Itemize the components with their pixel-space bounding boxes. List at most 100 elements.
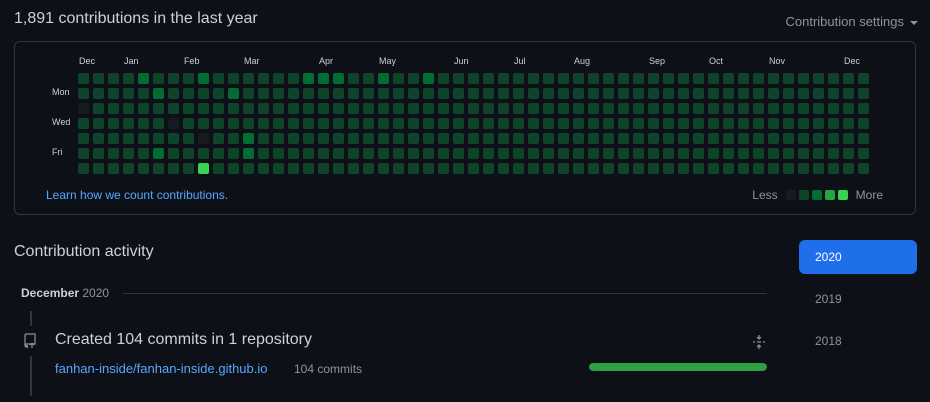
contribution-day[interactable] (288, 103, 299, 114)
contribution-day[interactable] (843, 133, 854, 144)
contribution-day[interactable] (108, 163, 119, 174)
contribution-day[interactable] (738, 148, 749, 159)
contribution-day[interactable] (543, 133, 554, 144)
contribution-day[interactable] (303, 118, 314, 129)
contribution-day[interactable] (78, 163, 89, 174)
contribution-day[interactable] (798, 148, 809, 159)
contribution-day[interactable] (108, 103, 119, 114)
contribution-day[interactable] (153, 163, 164, 174)
contribution-day[interactable] (738, 73, 749, 84)
contribution-day[interactable] (678, 148, 689, 159)
contribution-day[interactable] (603, 103, 614, 114)
contribution-day[interactable] (198, 148, 209, 159)
contribution-day[interactable] (618, 133, 629, 144)
contribution-day[interactable] (813, 133, 824, 144)
repository-link[interactable]: fanhan-inside/fanhan-inside.github.io (55, 361, 268, 376)
contribution-day[interactable] (468, 163, 479, 174)
contribution-day[interactable] (558, 133, 569, 144)
contribution-day[interactable] (483, 103, 494, 114)
contribution-day[interactable] (498, 163, 509, 174)
contribution-day[interactable] (828, 73, 839, 84)
contribution-day[interactable] (213, 73, 224, 84)
contribution-day[interactable] (588, 103, 599, 114)
contribution-day[interactable] (393, 118, 404, 129)
contribution-day[interactable] (108, 133, 119, 144)
contribution-day[interactable] (843, 103, 854, 114)
contribution-day[interactable] (183, 103, 194, 114)
contribution-day[interactable] (468, 103, 479, 114)
contribution-day[interactable] (438, 133, 449, 144)
contribution-day[interactable] (123, 88, 134, 99)
contribution-day[interactable] (138, 118, 149, 129)
contribution-day[interactable] (858, 133, 869, 144)
contribution-day[interactable] (618, 148, 629, 159)
contribution-day[interactable] (138, 133, 149, 144)
contribution-day[interactable] (243, 148, 254, 159)
contribution-day[interactable] (513, 163, 524, 174)
contribution-day[interactable] (633, 88, 644, 99)
contribution-day[interactable] (723, 73, 734, 84)
contribution-day[interactable] (573, 103, 584, 114)
contribution-day[interactable] (258, 133, 269, 144)
contribution-day[interactable] (558, 163, 569, 174)
contribution-day[interactable] (483, 73, 494, 84)
contribution-day[interactable] (273, 148, 284, 159)
contribution-day[interactable] (783, 73, 794, 84)
contribution-day[interactable] (798, 88, 809, 99)
contribution-day[interactable] (393, 133, 404, 144)
contribution-day[interactable] (288, 73, 299, 84)
contribution-day[interactable] (738, 163, 749, 174)
contribution-day[interactable] (168, 163, 179, 174)
contribution-day[interactable] (288, 133, 299, 144)
contribution-day[interactable] (633, 148, 644, 159)
contribution-day[interactable] (828, 118, 839, 129)
contribution-day[interactable] (393, 73, 404, 84)
contribution-day[interactable] (378, 73, 389, 84)
contribution-day[interactable] (513, 103, 524, 114)
contribution-day[interactable] (528, 118, 539, 129)
contribution-day[interactable] (783, 118, 794, 129)
contribution-day[interactable] (723, 148, 734, 159)
contribution-day[interactable] (423, 118, 434, 129)
contribution-day[interactable] (228, 88, 239, 99)
contribution-day[interactable] (693, 133, 704, 144)
contribution-day[interactable] (168, 148, 179, 159)
contribution-day[interactable] (363, 73, 374, 84)
contribution-day[interactable] (543, 118, 554, 129)
contribution-day[interactable] (738, 103, 749, 114)
contribution-day[interactable] (573, 73, 584, 84)
contribution-day[interactable] (528, 103, 539, 114)
year-button-2020[interactable]: 2020 (799, 240, 917, 274)
contribution-day[interactable] (813, 163, 824, 174)
contribution-day[interactable] (738, 118, 749, 129)
contribution-day[interactable] (138, 73, 149, 84)
contribution-day[interactable] (633, 133, 644, 144)
contribution-day[interactable] (753, 148, 764, 159)
contribution-day[interactable] (798, 133, 809, 144)
contribution-day[interactable] (123, 148, 134, 159)
contribution-day[interactable] (318, 103, 329, 114)
contribution-day[interactable] (243, 73, 254, 84)
contribution-day[interactable] (228, 133, 239, 144)
contribution-day[interactable] (408, 103, 419, 114)
contribution-day[interactable] (288, 118, 299, 129)
contribution-day[interactable] (273, 73, 284, 84)
contribution-day[interactable] (408, 88, 419, 99)
contribution-day[interactable] (423, 103, 434, 114)
contribution-day[interactable] (693, 148, 704, 159)
contribution-day[interactable] (213, 133, 224, 144)
contribution-day[interactable] (753, 163, 764, 174)
contribution-day[interactable] (498, 88, 509, 99)
contribution-day[interactable] (693, 73, 704, 84)
contribution-day[interactable] (333, 118, 344, 129)
contribution-day[interactable] (573, 88, 584, 99)
contribution-day[interactable] (783, 103, 794, 114)
contribution-day[interactable] (828, 163, 839, 174)
contribution-day[interactable] (213, 148, 224, 159)
contribution-day[interactable] (363, 148, 374, 159)
contribution-day[interactable] (78, 118, 89, 129)
contribution-day[interactable] (168, 133, 179, 144)
contribution-day[interactable] (228, 163, 239, 174)
contribution-day[interactable] (663, 103, 674, 114)
contribution-day[interactable] (663, 133, 674, 144)
